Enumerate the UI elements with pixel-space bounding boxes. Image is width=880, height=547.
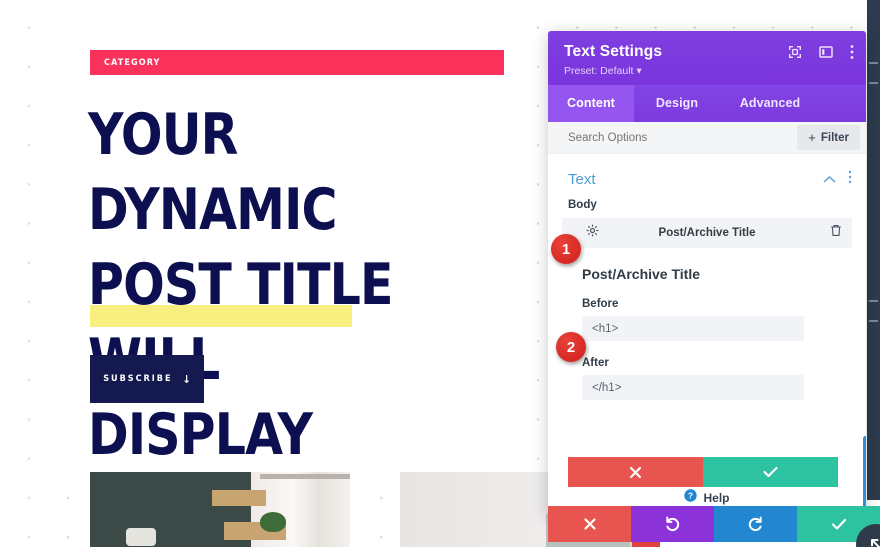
tab-content[interactable]: Content: [548, 85, 634, 122]
dynamic-save-button[interactable]: [703, 457, 838, 487]
modal-tabs: Content Design Advanced: [548, 85, 866, 122]
more-vertical-icon[interactable]: [848, 170, 852, 189]
filter-button[interactable]: + Filter: [797, 125, 860, 150]
close-icon: [629, 466, 642, 478]
check-icon: [831, 518, 846, 530]
subscribe-label: SUBSCRIBE: [103, 374, 173, 384]
editor-right-rail: [867, 0, 880, 500]
before-input[interactable]: [582, 316, 804, 341]
plus-icon: +: [808, 130, 816, 145]
dynamic-content-settings: Post/Archive Title Before After: [548, 248, 866, 416]
arrow-down-icon: ↓: [182, 372, 191, 386]
undo-button[interactable]: [631, 506, 714, 542]
subscribe-button[interactable]: SUBSCRIBE ↓: [90, 355, 204, 403]
section-title: Text: [568, 171, 596, 188]
text-section-header[interactable]: Text: [548, 154, 866, 199]
help-label: Help: [703, 491, 730, 505]
redo-icon: [748, 516, 762, 531]
modal-body: Text Body Post/Archive Title Post/Archiv…: [548, 154, 866, 515]
redo-button[interactable]: [714, 506, 797, 542]
gallery-image-1: [90, 472, 350, 547]
page-left-gutter: [0, 0, 28, 547]
callout-2: 2: [556, 332, 586, 362]
search-input[interactable]: [568, 131, 798, 144]
modal-header-actions: [788, 44, 854, 60]
modal-scrollbar[interactable]: [863, 436, 866, 515]
tab-advanced[interactable]: Advanced: [720, 85, 820, 122]
dynamic-content-value: Post/Archive Title: [658, 227, 756, 239]
close-icon: [583, 518, 596, 530]
undo-icon: [666, 516, 680, 531]
after-input[interactable]: [582, 375, 804, 400]
modal-action-bar: [548, 506, 880, 542]
gear-icon[interactable]: [586, 224, 599, 242]
svg-text:?: ?: [688, 491, 693, 501]
help-row[interactable]: ? Help: [548, 489, 866, 507]
body-field-label: Body: [568, 199, 597, 211]
before-label: Before: [582, 298, 619, 310]
dynamic-panel-actions: [568, 457, 838, 487]
fullscreen-icon[interactable]: [788, 45, 802, 59]
filter-label: Filter: [820, 131, 849, 144]
dynamic-panel-title: Post/Archive Title: [582, 266, 701, 282]
cancel-button[interactable]: [548, 506, 631, 542]
more-vertical-icon[interactable]: [850, 44, 854, 60]
tab-design[interactable]: Design: [634, 85, 720, 122]
category-badge: CATEGORY: [90, 50, 504, 75]
dynamic-cancel-button[interactable]: [568, 457, 703, 487]
chevron-up-icon[interactable]: [823, 171, 836, 189]
callout-1: 1: [551, 234, 581, 264]
text-settings-modal: Text Settings Preset: Default ▾ Content …: [548, 31, 866, 515]
preset-selector[interactable]: Preset: Default ▾: [564, 65, 850, 77]
question-circle-icon: ?: [684, 489, 698, 507]
trash-icon[interactable]: [830, 224, 842, 242]
dynamic-content-row[interactable]: Post/Archive Title: [562, 218, 852, 248]
check-icon: [763, 466, 778, 478]
search-row: + Filter: [548, 122, 866, 154]
section-actions: [823, 170, 852, 189]
resize-diagonal-icon: [871, 539, 880, 547]
layout-dock-icon[interactable]: [819, 45, 833, 59]
screenshot-root: CATEGORY YOUR DYNAMIC POST TITLE WILL DI…: [0, 0, 880, 547]
modal-header: Text Settings Preset: Default ▾: [548, 31, 866, 85]
after-label: After: [582, 357, 609, 369]
